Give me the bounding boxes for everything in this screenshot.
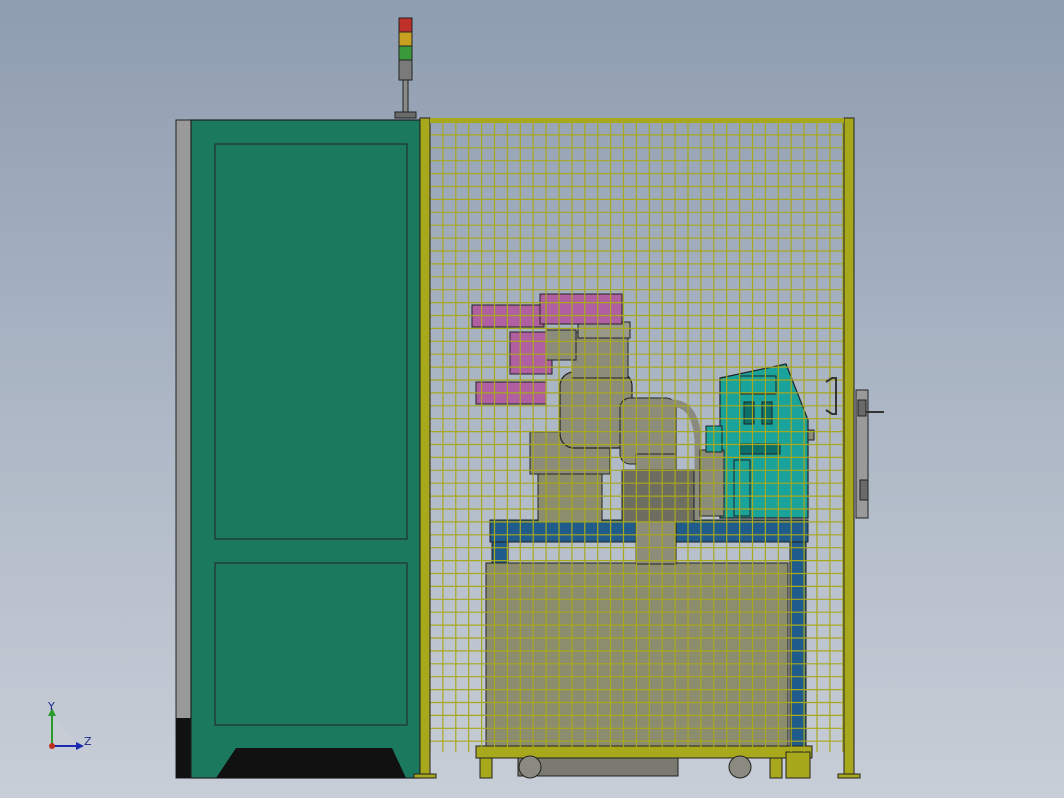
- cad-viewport[interactable]: [0, 0, 1064, 798]
- door-lock: [825, 377, 884, 519]
- signal-tower: [394, 17, 417, 119]
- processing-unit: [699, 363, 815, 519]
- triad-z-label: Z: [84, 735, 92, 748]
- electrical-cabinet: [175, 119, 421, 779]
- triad-y-label: Y: [48, 700, 55, 713]
- coordinate-triad: [48, 708, 84, 750]
